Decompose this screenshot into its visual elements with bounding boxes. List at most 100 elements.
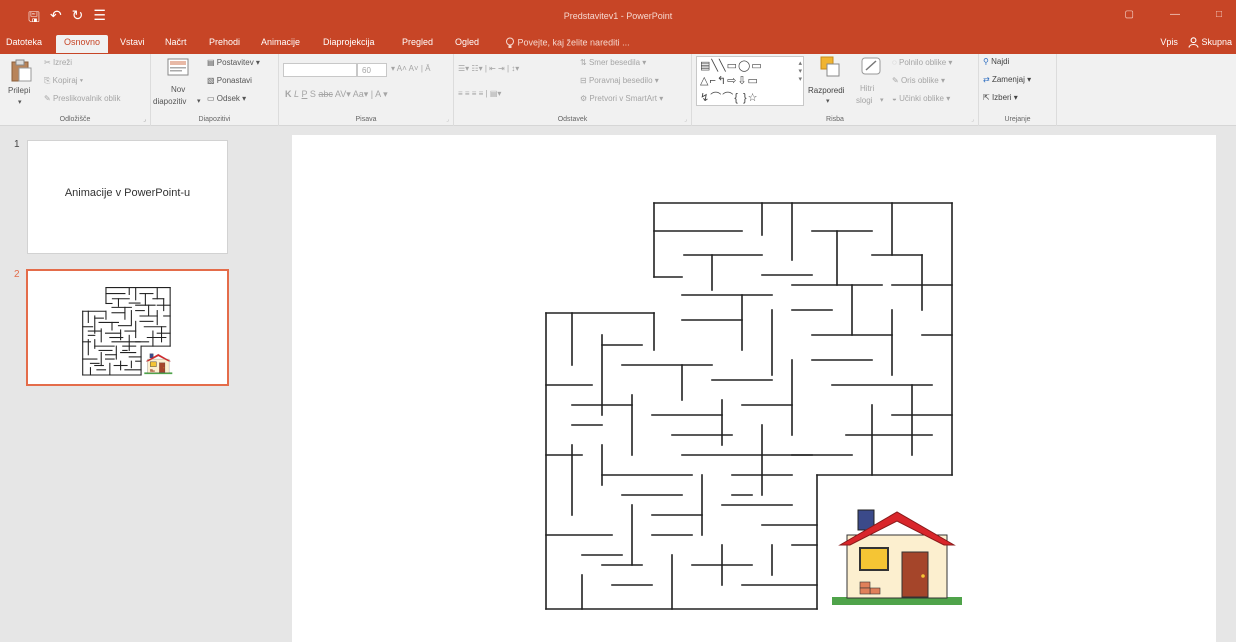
brick — [859, 587, 871, 595]
slide-1-title: Animacije v PowerPoint-u — [64, 187, 191, 199]
quick-styles-button[interactable]: Hitri slogi ▾ — [854, 56, 890, 110]
house-picture[interactable] — [832, 509, 962, 605]
lightbulb-icon — [506, 37, 514, 48]
drawing-launcher-icon[interactable]: ⌟ — [971, 116, 974, 123]
paint-bucket-icon: ◌ — [892, 58, 897, 67]
layout-icon: ▤ — [207, 58, 215, 67]
paste-icon — [11, 59, 32, 82]
section-button[interactable]: ▭ Odsek ▾ — [207, 94, 246, 103]
select-button[interactable]: ⇱ Izberi ▾ — [983, 93, 1018, 102]
format-painter-button[interactable]: ✎ Preslikovalnik oblik — [44, 94, 121, 103]
cut-button[interactable]: ✂ Izreži — [44, 58, 72, 67]
align-text-button[interactable]: ⊟ Poravnaj besedilo ▾ — [580, 76, 659, 85]
tab-home[interactable]: Osnovno — [56, 35, 109, 53]
house-window — [859, 547, 889, 571]
door-knob — [163, 367, 165, 369]
paste-dropdown-arrow: ▾ — [18, 99, 22, 106]
house-door — [159, 362, 166, 373]
font-launcher-icon[interactable]: ⌟ — [446, 116, 449, 123]
paragraph-launcher-icon[interactable]: ⌟ — [684, 116, 687, 123]
smartart-icon: ⚙ — [580, 94, 588, 103]
shape-fill-button[interactable]: ◌ Polnilo oblike ▾ — [892, 58, 952, 67]
tab-transitions[interactable]: Prehodi — [209, 37, 240, 47]
tab-slideshow[interactable]: Diaprojekcija — [323, 37, 375, 47]
text-direction-label: Smer besedila — [588, 58, 641, 67]
select-label: Izberi — [991, 93, 1012, 102]
shapes-row2-icon[interactable]: △⌐↰⇨⇩▭ — [700, 74, 759, 87]
tab-insert[interactable]: Vstavi — [120, 37, 145, 47]
effects-icon: ◒ — [892, 94, 897, 103]
tab-view[interactable]: Ogled — [455, 37, 479, 47]
font-group: 60 ▾ A˄ A˅ | Ā K L P S abc AV▾ Aa▾ | A ▾… — [279, 54, 454, 126]
section-label: Odsek — [216, 94, 240, 103]
tell-me-search[interactable]: Povejte, kaj želite narediti ... — [505, 37, 630, 49]
ribbon-display-options-button[interactable]: ▢ — [1125, 9, 1134, 20]
title-bar: 🖫 ↶ ↻ ☰ Predstavitev1 - PowerPoint ▢ — □ — [0, 0, 1236, 32]
ribbon: Prilepi ▾ ✂ Izreži ⎘ Kopiraj ▾ ✎ Preslik… — [0, 54, 1236, 126]
reset-button[interactable]: ▧ Ponastavi — [207, 76, 252, 85]
shapes-scroll-icon[interactable]: ▴ ▾ ▾ — [798, 59, 802, 83]
font-name-box[interactable] — [283, 63, 357, 77]
new-slide-dropdown-arrow: ▾ — [197, 98, 201, 105]
slide-thumbnail-2[interactable] — [26, 269, 229, 386]
clipboard-launcher-icon[interactable]: ⌟ — [143, 116, 146, 123]
tab-animations[interactable]: Animacije — [261, 37, 300, 47]
quick-styles-label-line1: Hitri — [860, 84, 875, 93]
brick — [859, 581, 871, 589]
share-button[interactable]: Skupna — [1201, 37, 1232, 47]
shapes-gallery[interactable]: ▤╲╲▭◯▭ △⌐↰⇨⇩▭ ↯⌒⌒{ }☆ ▴ ▾ ▾ — [696, 56, 804, 106]
new-slide-button[interactable]: Nov diapozitiv ▾ — [153, 58, 203, 110]
copy-button[interactable]: ⎘ Kopiraj ▾ — [44, 76, 83, 86]
drawing-group-label: Risba — [826, 116, 844, 123]
layout-button[interactable]: ▤ Postavitev ▾ — [207, 58, 260, 67]
ribbon-tabs: Datoteka Osnovno Vstavi Načrt Prehodi An… — [0, 32, 1236, 54]
align-text-icon: ⊟ — [580, 76, 587, 85]
replace-button[interactable]: ⇄ Zamenjaj ▾ — [983, 75, 1031, 84]
tab-file[interactable]: Datoteka — [6, 37, 42, 47]
slide-1-number: 1 — [14, 139, 20, 150]
layout-label: Postavitev — [216, 58, 254, 67]
current-slide[interactable] — [292, 135, 1216, 642]
paste-label: Prilepi — [8, 86, 31, 95]
format-painter-label: Preslikovalnik oblik — [52, 94, 121, 103]
door-knob — [921, 574, 925, 578]
shape-outline-button[interactable]: ✎ Oris oblike ▾ — [892, 76, 945, 85]
font-format-buttons-icon[interactable]: K L P S abc AV▾ Aa▾ | A ▾ — [285, 89, 388, 100]
arrange-button[interactable]: Razporedi ▾ — [808, 56, 854, 108]
brush-icon: ✎ — [44, 94, 51, 103]
paragraph-group: ☰▾ ☷▾ | ⇤ ⇥ | ↕▾ ≡ ≡ ≡ ≡ | ▤▾ ⇅ Smer bes… — [454, 54, 692, 126]
minimize-button[interactable]: — — [1170, 9, 1180, 20]
alignment-buttons-icon[interactable]: ≡ ≡ ≡ ≡ | ▤▾ — [458, 89, 501, 98]
smartart-button[interactable]: ⚙ Pretvori v SmartArt ▾ — [580, 94, 663, 103]
person-icon — [1188, 37, 1199, 48]
text-direction-icon: ⇅ — [580, 58, 587, 67]
cut-label: Izreži — [52, 58, 73, 67]
account-area: Vpis Skupna — [1160, 37, 1232, 48]
list-indent-buttons-icon[interactable]: ☰▾ ☷▾ | ⇤ ⇥ | ↕▾ — [458, 64, 519, 73]
paste-button[interactable]: Prilepi ▾ — [6, 58, 36, 108]
new-slide-label-line2: diapozitiv — [153, 97, 187, 106]
font-size-controls-icon[interactable]: ▾ A˄ A˅ | Ā — [391, 64, 430, 73]
shape-effects-label: Učinki oblike — [899, 94, 944, 103]
editing-group: ⚲ Najdi ⇄ Zamenjaj ▾ ⇱ Izberi ▾ Urejanje — [979, 54, 1057, 126]
shapes-row1-icon[interactable]: ▤╲╲▭◯▭ — [700, 59, 763, 72]
slide-2-preview — [82, 287, 173, 376]
search-icon: ⚲ — [983, 57, 989, 66]
quick-styles-label-line2: slogi — [856, 96, 873, 105]
copy-label: Kopiraj — [52, 76, 78, 85]
shapes-row3-icon[interactable]: ↯⌒⌒{ }☆ — [700, 89, 758, 105]
clipboard-group: Prilepi ▾ ✂ Izreži ⎘ Kopiraj ▾ ✎ Preslik… — [0, 54, 151, 126]
maximize-button[interactable]: □ — [1216, 9, 1222, 20]
house-picture[interactable] — [144, 353, 173, 375]
slide-thumbnail-1[interactable]: Animacije v PowerPoint-u — [27, 140, 228, 254]
sign-in-link[interactable]: Vpis — [1160, 37, 1178, 47]
slide-editing-area — [246, 126, 1236, 642]
align-text-label: Poravnaj besedilo — [588, 76, 653, 85]
shape-effects-button[interactable]: ◒ Učinki oblike ▾ — [892, 94, 950, 103]
tab-design[interactable]: Načrt — [165, 37, 187, 47]
find-button[interactable]: ⚲ Najdi — [983, 57, 1009, 66]
new-slide-label-line1: Nov — [171, 85, 186, 94]
tab-review[interactable]: Pregled — [402, 37, 433, 47]
text-direction-button[interactable]: ⇅ Smer besedila ▾ — [580, 58, 646, 67]
font-size-box[interactable]: 60 — [357, 63, 387, 77]
